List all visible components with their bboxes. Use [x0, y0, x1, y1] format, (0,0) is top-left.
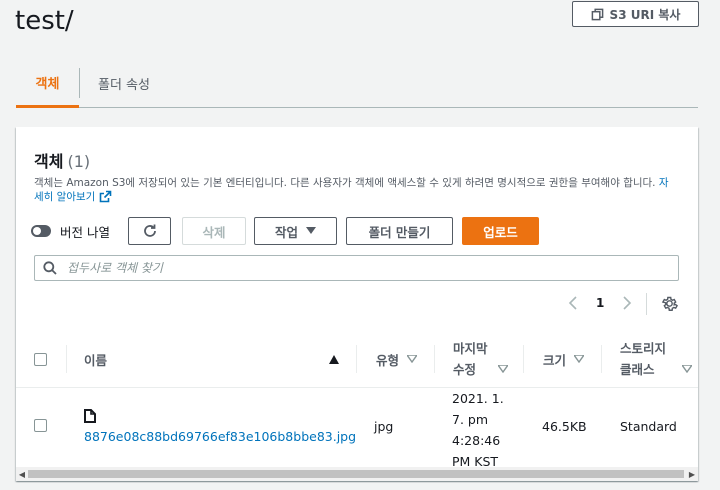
horizontal-scrollbar[interactable]: ◀ ▶: [16, 467, 698, 481]
tab-divider: [79, 68, 80, 98]
file-name-cell: [84, 409, 96, 426]
chevron-left-icon: [568, 296, 577, 310]
search-icon: [43, 261, 57, 275]
object-count: (1): [67, 152, 91, 171]
column-divider: [601, 345, 602, 373]
caret-down-icon: [306, 227, 316, 234]
objects-panel: 객체 (1) 객체는 Amazon S3에 저장되어 있는 기본 엔터티입니다. …: [16, 127, 698, 481]
preferences-button[interactable]: [661, 293, 678, 313]
column-size-label: 크기: [543, 352, 567, 368]
column-divider: [66, 345, 67, 373]
gear-icon: [661, 296, 678, 311]
scroll-right-arrow-icon[interactable]: ▶: [686, 467, 698, 481]
table-row: 8876e08c88bd69766ef83e106b8bbe83.jpg jpg…: [16, 388, 698, 469]
chevron-right-icon: [623, 296, 632, 310]
storage-class: Standard: [620, 419, 677, 434]
row-select-cell: [34, 419, 47, 432]
table-header: 이름 유형 마지막 수정 크기 스토리지 클래스: [16, 330, 698, 388]
copy-s3-uri-label: S3 URI 복사: [609, 7, 681, 22]
column-storage-label: 스토리지 클래스: [620, 341, 667, 377]
column-divider: [434, 345, 435, 373]
file-name-link[interactable]: 8876e08c88bd69766ef83e106b8bbe83.jpg: [84, 429, 356, 444]
upload-button[interactable]: 업로드: [462, 217, 539, 245]
refresh-icon: [143, 224, 156, 237]
column-header-storage-class[interactable]: 스토리지 클래스: [620, 330, 694, 388]
last-modified-line: 7. pm: [452, 412, 489, 427]
versions-toggle[interactable]: [31, 225, 51, 237]
tab-bar: 객체 폴더 속성: [16, 60, 698, 108]
last-modified-line: 4:28:46: [452, 433, 501, 448]
next-page-button[interactable]: [622, 293, 632, 313]
column-modified-label: 마지막 수정: [453, 341, 488, 377]
current-page[interactable]: 1: [596, 293, 604, 313]
sort-icon: [574, 355, 585, 363]
file-size: 46.5KB: [542, 419, 587, 434]
column-header-size[interactable]: 크기: [543, 330, 585, 388]
actions-dropdown[interactable]: 작업: [254, 217, 337, 245]
delete-button[interactable]: 삭제: [182, 217, 246, 245]
search-input[interactable]: [67, 261, 647, 275]
search-box: [34, 255, 679, 281]
panel-title-text: 객체: [34, 152, 64, 171]
sort-ascending-icon: [329, 354, 339, 364]
tab-objects[interactable]: 객체: [16, 60, 79, 108]
last-modified: 2021. 1. 7. pm 4:28:46 PM KST: [452, 388, 504, 472]
file-type: jpg: [374, 419, 394, 434]
versions-toggle-label: 버전 나열: [60, 225, 110, 240]
create-folder-button[interactable]: 폴더 만들기: [346, 217, 453, 245]
page-title: test/: [15, 6, 74, 36]
prev-page-button[interactable]: [568, 293, 578, 313]
scrollbar-thumb[interactable]: [28, 470, 684, 478]
description-text: 객체는 Amazon S3에 저장되어 있는 기본 엔터티입니다. 다른 사용자…: [34, 177, 656, 189]
external-link-icon: [100, 190, 112, 203]
column-header-modified[interactable]: 마지막 수정: [453, 330, 513, 388]
column-header-name[interactable]: 이름: [84, 330, 339, 388]
sort-icon: [407, 355, 418, 363]
column-divider: [356, 345, 357, 373]
scroll-left-arrow-icon[interactable]: ◀: [16, 467, 28, 481]
sort-icon: [498, 365, 508, 373]
column-name-label: 이름: [84, 352, 108, 368]
tab-folder-properties[interactable]: 폴더 속성: [98, 60, 150, 107]
select-all-cell: [34, 330, 47, 388]
row-checkbox[interactable]: [34, 419, 47, 432]
file-icon: [84, 409, 96, 423]
sort-icon: [682, 365, 692, 373]
copy-s3-uri-button[interactable]: S3 URI 복사: [572, 1, 699, 27]
column-header-type[interactable]: 유형: [376, 330, 418, 388]
actions-label: 작업: [274, 224, 298, 240]
copy-icon: [591, 8, 603, 20]
column-divider: [523, 345, 524, 373]
column-type-label: 유형: [376, 352, 400, 368]
panel-title: 객체 (1): [34, 148, 90, 172]
select-all-checkbox[interactable]: [34, 352, 47, 366]
refresh-button[interactable]: [128, 217, 171, 245]
panel-description: 객체는 Amazon S3에 저장되어 있는 기본 엔터티입니다. 다른 사용자…: [34, 177, 674, 204]
pager-divider: [646, 293, 647, 315]
last-modified-line: 2021. 1.: [452, 391, 504, 406]
